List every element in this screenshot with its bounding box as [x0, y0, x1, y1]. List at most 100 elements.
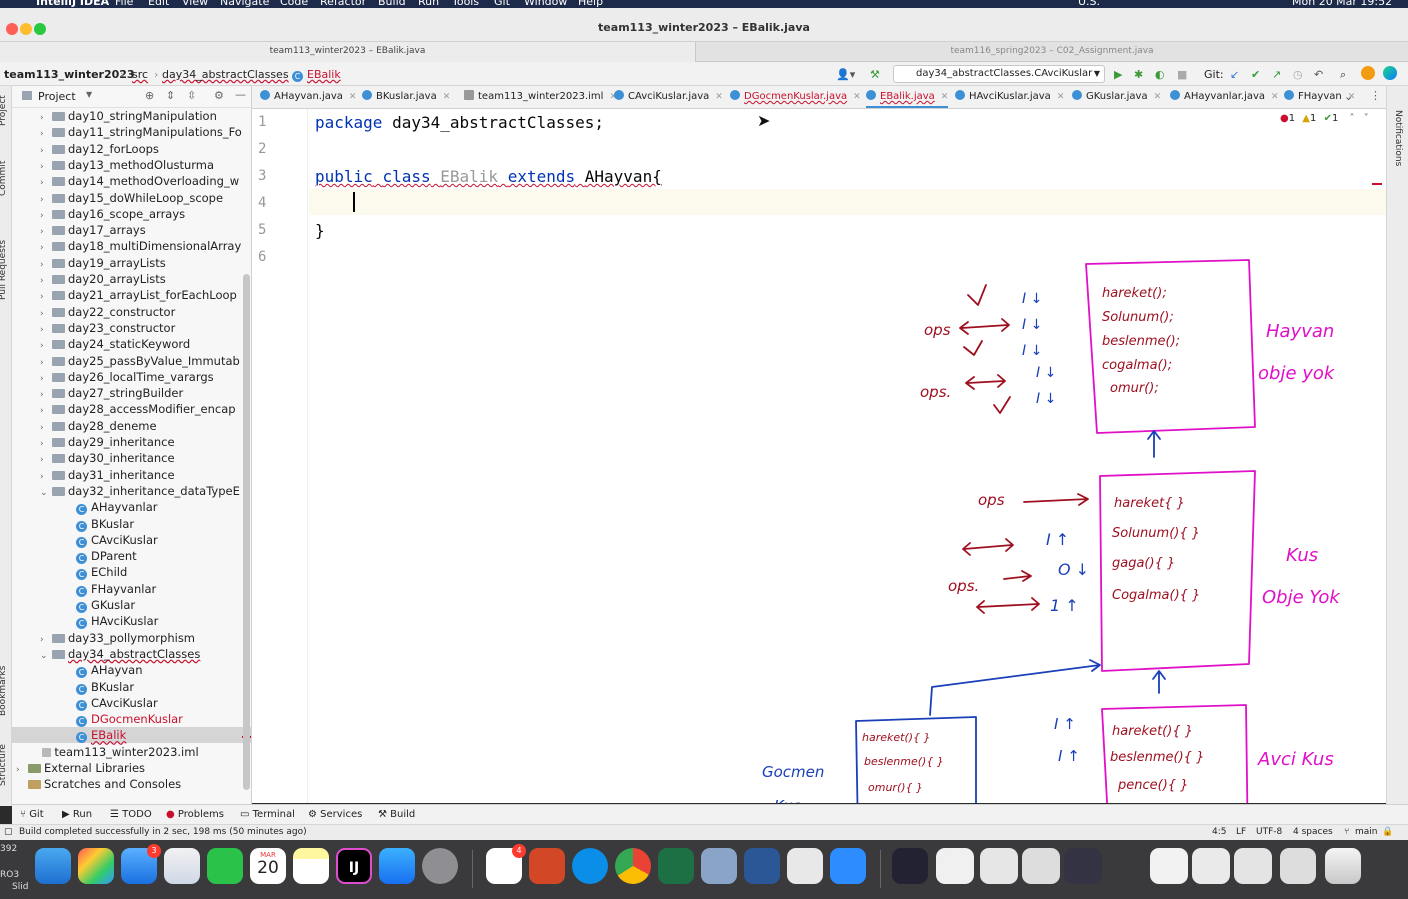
- tree-item[interactable]: team113_winter2023.iml: [30, 744, 199, 760]
- update-icon[interactable]: [1361, 66, 1375, 80]
- user-icon[interactable]: 👤▾: [836, 68, 855, 81]
- calendar-icon[interactable]: MAR 20: [250, 848, 286, 884]
- app-store-icon[interactable]: [379, 848, 415, 884]
- tree-class-file[interactable]: C DParent: [64, 548, 137, 565]
- services-tool-button[interactable]: ⚙ Services: [308, 809, 362, 820]
- structure-tool-tab[interactable]: Structure: [0, 744, 8, 786]
- tabs-overflow-icon[interactable]: ⌄: [1344, 90, 1353, 103]
- close-icon[interactable]: ✕: [715, 92, 723, 102]
- tree-folder[interactable]: › day13_methodOlusturma: [40, 157, 214, 173]
- tree-folder[interactable]: › day28_deneme: [40, 418, 157, 434]
- indent-setting[interactable]: 4 spaces: [1293, 827, 1333, 837]
- recent-window-thumbnail[interactable]: [892, 848, 928, 884]
- locate-icon[interactable]: ⊕: [145, 89, 154, 102]
- tree-folder[interactable]: › day30_inheritance: [40, 450, 175, 466]
- tree-folder[interactable]: › day10_stringManipulation: [40, 108, 217, 124]
- run-configuration-select[interactable]: day34_abstractClasses.CAvciKuslar ▼: [893, 65, 1105, 83]
- tree-folder[interactable]: › day26_localTime_varargs: [40, 369, 214, 385]
- line-separator[interactable]: LF: [1236, 827, 1246, 837]
- notifications-tool-tab[interactable]: Notifications: [1393, 110, 1403, 166]
- todo-tool-button[interactable]: ☰ TODO: [110, 809, 152, 820]
- preview-icon[interactable]: [701, 848, 737, 884]
- intellij-icon[interactable]: IJ: [336, 848, 372, 884]
- tree-folder[interactable]: › day11_stringManipulations_Fo: [40, 124, 242, 140]
- powerpoint-icon[interactable]: [529, 848, 565, 884]
- recent-window-thumbnail[interactable]: [1064, 848, 1102, 884]
- editor-tab[interactable]: EBalik.java ✕: [866, 86, 949, 108]
- breadcrumb-project[interactable]: team113_winter2023: [4, 68, 135, 81]
- tree-folder[interactable]: › day24_staticKeyword: [40, 336, 190, 352]
- menubar-clock[interactable]: Mon 20 Mar 19:52: [1292, 0, 1392, 8]
- slack-icon[interactable]: 4: [486, 844, 526, 884]
- recent-window-thumbnail[interactable]: [1022, 848, 1060, 884]
- launchpad-icon[interactable]: [78, 848, 114, 884]
- tree-class-file[interactable]: C FHayvanlar: [64, 581, 156, 597]
- app-menu[interactable]: IntelliJ IDEA: [36, 0, 109, 8]
- close-icon[interactable]: ✕: [941, 92, 949, 102]
- editor-tab[interactable]: DGocmenKuslar.java ✕: [730, 86, 861, 108]
- git-update-icon[interactable]: ↙: [1230, 68, 1239, 81]
- menu-code[interactable]: Code: [280, 0, 308, 8]
- tree-folder[interactable]: › day21_arrayList_forEachLoop: [40, 287, 237, 303]
- zoom-icon[interactable]: [830, 848, 866, 884]
- project-scrollbar[interactable]: [243, 274, 250, 790]
- search-icon[interactable]: ⌕: [1340, 68, 1346, 82]
- tree-folder[interactable]: › day22_constructor: [40, 304, 175, 320]
- pull-requests-tool-tab[interactable]: Pull Requests: [0, 240, 8, 300]
- tree-class-file[interactable]: C BKuslar: [64, 516, 134, 532]
- menu-window[interactable]: Window: [524, 0, 567, 8]
- tree-folder[interactable]: ⌄ day34_abstractClasses: [40, 646, 200, 662]
- tree-class-file[interactable]: C AHayvanlar: [64, 499, 157, 516]
- commit-tool-tab[interactable]: Commit: [0, 161, 8, 196]
- tree-class-file[interactable]: C BKuslar: [64, 679, 134, 695]
- finder-icon[interactable]: [35, 848, 71, 884]
- recent-window-thumbnail[interactable]: [980, 848, 1018, 884]
- run-icon[interactable]: ▶: [1114, 68, 1122, 81]
- editor-tab[interactable]: BKuslar.java ✕: [362, 86, 450, 108]
- coverage-icon[interactable]: ◐: [1155, 68, 1165, 81]
- tree-folder[interactable]: › day27_stringBuilder: [40, 385, 183, 401]
- tree-folder[interactable]: › day18_multiDimensionalArray: [40, 238, 241, 254]
- tree-class-file[interactable]: C EChild: [64, 564, 127, 581]
- bookmarks-tool-tab[interactable]: Bookmarks: [0, 666, 8, 716]
- system-settings-icon[interactable]: [422, 848, 458, 884]
- safari-icon[interactable]: [164, 848, 200, 884]
- tree-folder[interactable]: › day16_scope_arrays: [40, 206, 185, 222]
- recent-window-thumbnail[interactable]: [1234, 848, 1272, 884]
- tree-folder[interactable]: › day23_constructor: [40, 320, 175, 336]
- close-icon[interactable]: ✕: [1154, 92, 1162, 102]
- mail-icon[interactable]: 3: [121, 844, 161, 884]
- tree-folder[interactable]: › day31_inheritance: [40, 467, 175, 483]
- word-icon[interactable]: [744, 848, 780, 884]
- menu-run[interactable]: Run: [418, 0, 439, 8]
- jetbrains-icon[interactable]: [1383, 66, 1397, 80]
- tree-folder[interactable]: › day20_arrayLists: [40, 271, 166, 287]
- tree-class-file[interactable]: C AHayvan: [64, 662, 143, 679]
- tree-folder[interactable]: › day17_arrays: [40, 222, 146, 238]
- textedit-icon[interactable]: [787, 848, 823, 884]
- recent-window-thumbnail[interactable]: [1280, 848, 1316, 884]
- problems-tool-button[interactable]: ● Problems: [166, 809, 224, 820]
- breadcrumb-class[interactable]: EBalik: [307, 68, 341, 81]
- file-encoding[interactable]: UTF-8: [1256, 827, 1282, 837]
- git-push-icon[interactable]: ↗: [1272, 68, 1281, 81]
- menu-build[interactable]: Build: [378, 0, 406, 8]
- close-icon[interactable]: ✕: [349, 92, 357, 102]
- excel-icon[interactable]: [658, 848, 694, 884]
- close-icon[interactable]: ✕: [1057, 92, 1065, 102]
- skype-icon[interactable]: [572, 848, 608, 884]
- collapse-all-icon[interactable]: ⇳: [187, 89, 196, 102]
- input-source[interactable]: U.S.: [1078, 0, 1100, 8]
- tree-item[interactable]: Scratches and Consoles: [16, 776, 181, 792]
- build-tool-button[interactable]: ⚒ Build: [378, 809, 415, 820]
- close-icon[interactable]: ✕: [1271, 92, 1279, 102]
- trash-icon[interactable]: [1325, 848, 1361, 884]
- editor-tab[interactable]: AHayvan.java ✕: [260, 86, 357, 108]
- hide-panel-icon[interactable]: —: [235, 88, 246, 101]
- editor-tab[interactable]: CAvciKuslar.java ✕: [614, 86, 723, 108]
- menu-help[interactable]: Help: [578, 0, 603, 8]
- breadcrumb-src[interactable]: src: [132, 68, 148, 81]
- project-tool-tab[interactable]: Project: [0, 95, 8, 126]
- git-commit-icon[interactable]: ✔: [1251, 68, 1260, 81]
- status-message[interactable]: Build completed successfully in 2 sec, 1…: [19, 827, 307, 837]
